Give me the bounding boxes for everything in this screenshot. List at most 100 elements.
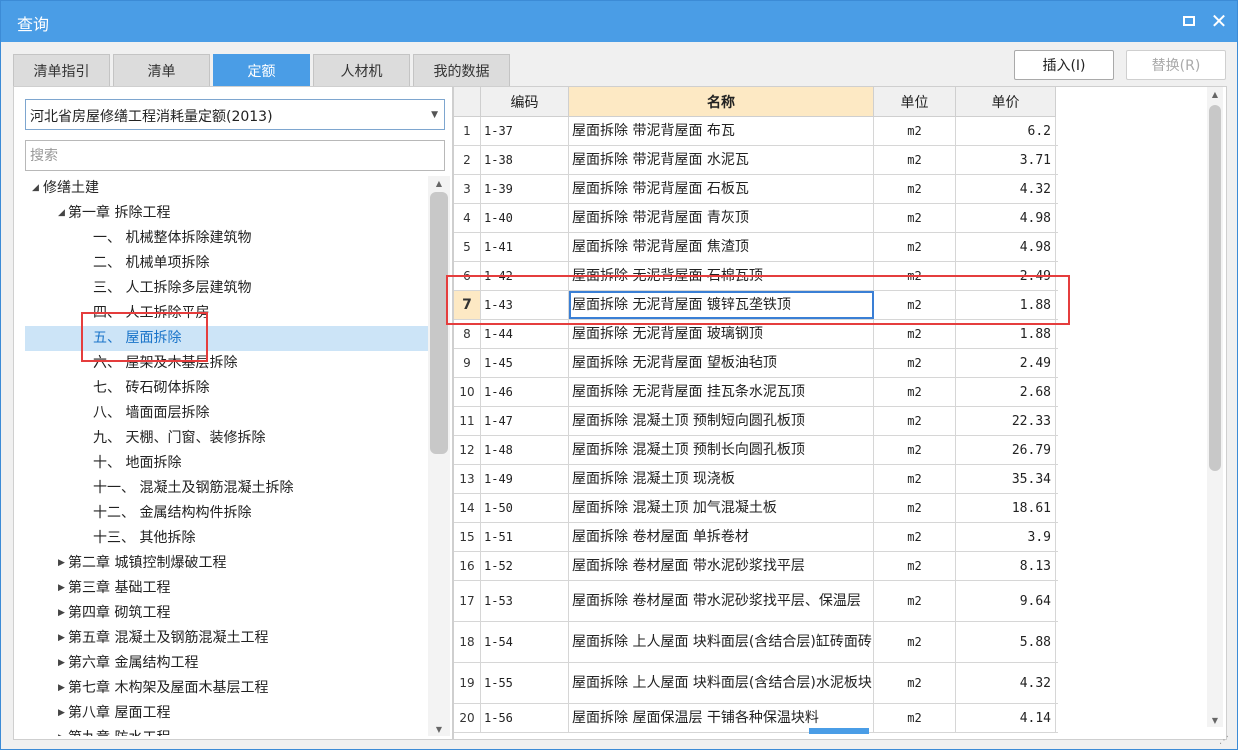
- cell-price[interactable]: 4.32: [956, 175, 1056, 203]
- search-input[interactable]: [25, 140, 445, 171]
- tab-2[interactable]: 定额: [213, 54, 310, 86]
- table-row[interactable]: 17 1-53 屋面拆除 卷材屋面 带水泥砂浆找平层、保温层 m2 9.64: [454, 581, 1058, 622]
- tree-node[interactable]: 三、 人工拆除多层建筑物: [25, 276, 428, 301]
- row-index[interactable]: 13: [454, 465, 481, 493]
- cell-code[interactable]: 1-56: [481, 704, 569, 732]
- close-button[interactable]: ✕: [1207, 9, 1231, 33]
- cell-unit[interactable]: m2: [874, 523, 956, 551]
- cell-price[interactable]: 35.34: [956, 465, 1056, 493]
- collapsed-caret-icon[interactable]: ▶: [58, 601, 65, 626]
- cell-price[interactable]: 2.49: [956, 262, 1056, 290]
- grid-scroll-thumb[interactable]: [1209, 105, 1221, 471]
- cell-code[interactable]: 1-52: [481, 552, 569, 580]
- tree-scroll-thumb[interactable]: [430, 192, 448, 454]
- scroll-down-icon[interactable]: ▼: [1207, 713, 1223, 727]
- cell-name[interactable]: 屋面拆除 卷材屋面 带水泥砂浆找平层、保温层: [569, 581, 874, 621]
- cell-unit[interactable]: m2: [874, 291, 956, 319]
- collapsed-caret-icon[interactable]: ▶: [58, 676, 65, 701]
- collapsed-caret-icon[interactable]: ▶: [58, 576, 65, 601]
- row-index[interactable]: 5: [454, 233, 481, 261]
- cell-price[interactable]: 6.2: [956, 117, 1056, 145]
- cell-unit[interactable]: m2: [874, 494, 956, 522]
- table-row[interactable]: 20 1-56 屋面拆除 屋面保温层 干铺各种保温块料 m2 4.14: [454, 704, 1058, 733]
- tree-node[interactable]: 一、 机械整体拆除建筑物: [25, 226, 428, 251]
- cell-unit[interactable]: m2: [874, 465, 956, 493]
- cell-code[interactable]: 1-51: [481, 523, 569, 551]
- tree-node[interactable]: 九、 天棚、门窗、装修拆除: [25, 426, 428, 451]
- cell-name[interactable]: 屋面拆除 上人屋面 块料面层(含结合层)水泥板块: [569, 663, 874, 703]
- tree-node[interactable]: 五、 屋面拆除: [25, 326, 428, 351]
- cell-code[interactable]: 1-53: [481, 581, 569, 621]
- cell-price[interactable]: 2.68: [956, 378, 1056, 406]
- row-index[interactable]: 11: [454, 407, 481, 435]
- cell-price[interactable]: 9.64: [956, 581, 1056, 621]
- cell-unit[interactable]: m2: [874, 663, 956, 703]
- cell-name[interactable]: 屋面拆除 无泥背屋面 石棉瓦顶: [569, 262, 874, 290]
- table-row[interactable]: 11 1-47 屋面拆除 混凝土顶 预制短向圆孔板顶 m2 22.33: [454, 407, 1058, 436]
- cell-unit[interactable]: m2: [874, 175, 956, 203]
- scroll-up-icon[interactable]: ▲: [428, 176, 450, 190]
- cell-name[interactable]: 屋面拆除 无泥背屋面 镀锌瓦垄铁顶: [569, 291, 874, 319]
- cell-name[interactable]: 屋面拆除 带泥背屋面 石板瓦: [569, 175, 874, 203]
- collapsed-caret-icon[interactable]: ▶: [58, 551, 65, 576]
- cell-price[interactable]: 4.32: [956, 663, 1056, 703]
- row-index[interactable]: 18: [454, 622, 481, 662]
- cell-price[interactable]: 8.13: [956, 552, 1056, 580]
- cell-code[interactable]: 1-39: [481, 175, 569, 203]
- tree-node[interactable]: ▶ 第六章 金属结构工程: [25, 651, 428, 676]
- row-index[interactable]: 7: [454, 291, 481, 319]
- row-index[interactable]: 4: [454, 204, 481, 232]
- tree-node[interactable]: 二、 机械单项拆除: [25, 251, 428, 276]
- table-row[interactable]: 10 1-46 屋面拆除 无泥背屋面 挂瓦条水泥瓦顶 m2 2.68: [454, 378, 1058, 407]
- cell-unit[interactable]: m2: [874, 320, 956, 348]
- splitter-handle[interactable]: [809, 728, 869, 734]
- row-index[interactable]: 9: [454, 349, 481, 377]
- cell-price[interactable]: 3.9: [956, 523, 1056, 551]
- collapsed-caret-icon[interactable]: ▶: [58, 726, 65, 736]
- cell-name[interactable]: 屋面拆除 混凝土顶 预制短向圆孔板顶: [569, 407, 874, 435]
- table-row[interactable]: 16 1-52 屋面拆除 卷材屋面 带水泥砂浆找平层 m2 8.13: [454, 552, 1058, 581]
- cell-price[interactable]: 22.33: [956, 407, 1056, 435]
- cell-code[interactable]: 1-46: [481, 378, 569, 406]
- tab-3[interactable]: 人材机: [313, 54, 410, 86]
- cell-price[interactable]: 18.61: [956, 494, 1056, 522]
- cell-name[interactable]: 屋面拆除 混凝土顶 加气混凝土板: [569, 494, 874, 522]
- cell-unit[interactable]: m2: [874, 117, 956, 145]
- cell-code[interactable]: 1-37: [481, 117, 569, 145]
- tab-4[interactable]: 我的数据: [413, 54, 510, 86]
- expanded-caret-icon[interactable]: ◢: [32, 176, 39, 201]
- table-row[interactable]: 9 1-45 屋面拆除 无泥背屋面 望板油毡顶 m2 2.49: [454, 349, 1058, 378]
- tree-node[interactable]: ▶ 第三章 基础工程: [25, 576, 428, 601]
- tree-node[interactable]: ▶ 第七章 木构架及屋面木基层工程: [25, 676, 428, 701]
- insert-button[interactable]: 插入(I): [1014, 50, 1114, 80]
- cell-name[interactable]: 屋面拆除 混凝土顶 预制长向圆孔板顶: [569, 436, 874, 464]
- cell-code[interactable]: 1-48: [481, 436, 569, 464]
- cell-unit[interactable]: m2: [874, 204, 956, 232]
- header-name[interactable]: 名称: [569, 87, 874, 117]
- tree-node[interactable]: ▶第九章 防水工程: [25, 726, 428, 736]
- cell-name[interactable]: 屋面拆除 带泥背屋面 布瓦: [569, 117, 874, 145]
- cell-code[interactable]: 1-41: [481, 233, 569, 261]
- cell-unit[interactable]: m2: [874, 436, 956, 464]
- row-index[interactable]: 17: [454, 581, 481, 621]
- table-row[interactable]: 7 1-43 屋面拆除 无泥背屋面 镀锌瓦垄铁顶 m2 1.88: [454, 291, 1058, 320]
- tree-node[interactable]: ◢ 第一章 拆除工程: [25, 201, 428, 226]
- row-index[interactable]: 20: [454, 704, 481, 732]
- tree-node[interactable]: 十、 地面拆除: [25, 451, 428, 476]
- tree-node[interactable]: ▶ 第二章 城镇控制爆破工程: [25, 551, 428, 576]
- scroll-up-icon[interactable]: ▲: [1207, 87, 1223, 101]
- cell-price[interactable]: 4.14: [956, 704, 1056, 732]
- cell-code[interactable]: 1-44: [481, 320, 569, 348]
- cell-name[interactable]: 屋面拆除 带泥背屋面 青灰顶: [569, 204, 874, 232]
- cell-code[interactable]: 1-45: [481, 349, 569, 377]
- tree-node[interactable]: ◢ 修缮土建: [25, 176, 428, 201]
- cell-unit[interactable]: m2: [874, 262, 956, 290]
- tree-node[interactable]: ▶ 第八章 屋面工程: [25, 701, 428, 726]
- cell-price[interactable]: 5.88: [956, 622, 1056, 662]
- cell-price[interactable]: 1.88: [956, 320, 1056, 348]
- cell-code[interactable]: 1-54: [481, 622, 569, 662]
- table-row[interactable]: 3 1-39 屋面拆除 带泥背屋面 石板瓦 m2 4.32: [454, 175, 1058, 204]
- collapsed-caret-icon[interactable]: ▶: [58, 651, 65, 676]
- table-row[interactable]: 1 1-37 屋面拆除 带泥背屋面 布瓦 m2 6.2: [454, 117, 1058, 146]
- table-row[interactable]: 19 1-55 屋面拆除 上人屋面 块料面层(含结合层)水泥板块 m2 4.32: [454, 663, 1058, 704]
